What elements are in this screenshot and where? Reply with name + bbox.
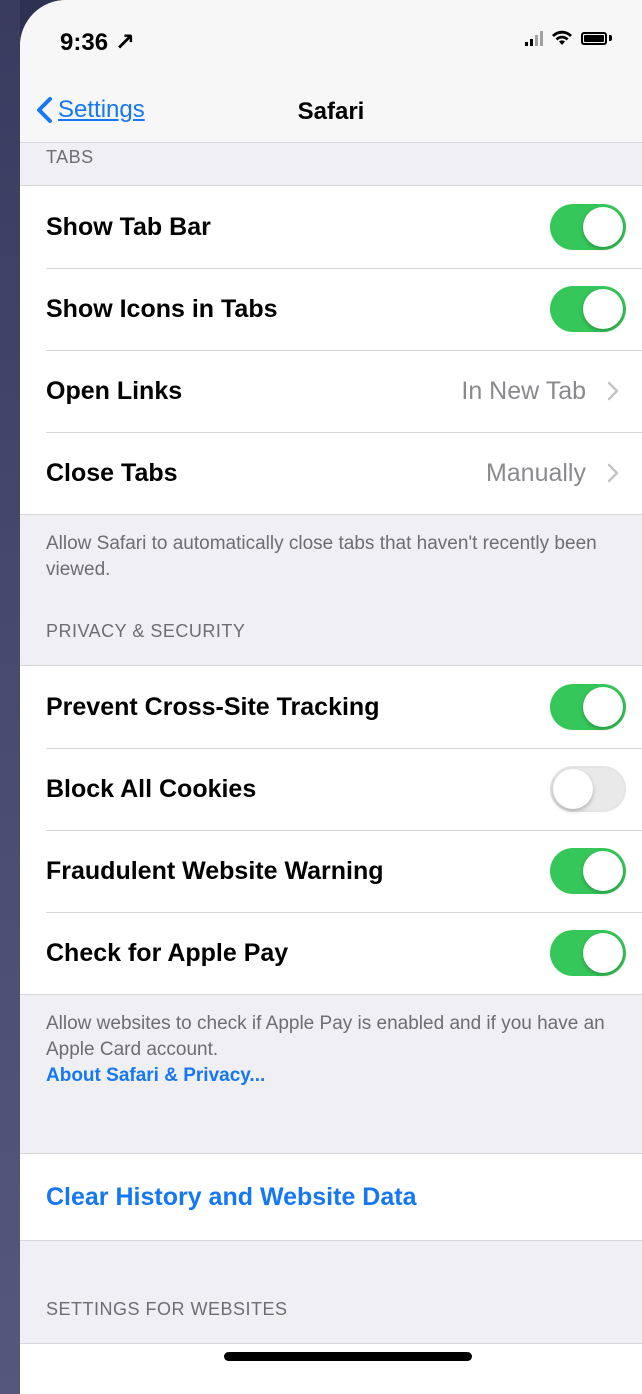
clear-history-label: Clear History and Website Data: [46, 1182, 417, 1211]
settings-list: TABS Show Tab Bar Show Icons in Tabs Ope…: [20, 143, 642, 1394]
home-indicator[interactable]: [224, 1352, 472, 1361]
privacy-group: Prevent Cross-Site Tracking Block All Co…: [20, 665, 642, 995]
row-label: Close Tabs: [46, 458, 178, 487]
show-icons-in-tabs-toggle[interactable]: [550, 286, 626, 332]
tabs-footer: Allow Safari to automatically close tabs…: [46, 533, 597, 580]
cellular-signal-icon: [525, 30, 543, 46]
toggle-knob: [583, 207, 623, 247]
tabs-group: Show Tab Bar Show Icons in Tabs Open Lin…: [20, 185, 642, 515]
row-show-tab-bar: Show Tab Bar: [20, 186, 642, 268]
navigation-bar: Settings Safari: [20, 80, 642, 143]
row-prevent-cross-site-tracking: Prevent Cross-Site Tracking: [20, 666, 642, 748]
section-header-privacy: PRIVACY & SECURITY: [46, 621, 246, 641]
fraudulent-website-warning-toggle[interactable]: [550, 848, 626, 894]
block-all-cookies-toggle[interactable]: [550, 766, 626, 812]
row-show-icons-in-tabs: Show Icons in Tabs: [20, 268, 642, 350]
row-check-for-apple-pay: Check for Apple Pay: [20, 912, 642, 994]
toggle-knob: [583, 933, 623, 973]
check-for-apple-pay-toggle[interactable]: [550, 930, 626, 976]
backdrop: [0, 0, 20, 1394]
battery-icon: [581, 31, 607, 45]
show-tab-bar-toggle[interactable]: [550, 204, 626, 250]
toggle-knob: [583, 289, 623, 329]
privacy-footer-text: Allow websites to check if Apple Pay is …: [46, 1013, 605, 1060]
row-fraudulent-website-warning: Fraudulent Website Warning: [20, 830, 642, 912]
row-label: Show Tab Bar: [46, 212, 211, 241]
row-label: Fraudulent Website Warning: [46, 856, 384, 885]
status-icons: [525, 30, 612, 46]
privacy-footer: Allow websites to check if Apple Pay is …: [20, 995, 642, 1123]
phone-screen: 9:36 ↗ Settings Safari TABS Show Tab Bar…: [20, 0, 642, 1394]
chevron-right-icon: [607, 463, 619, 483]
row-label: Check for Apple Pay: [46, 938, 289, 967]
prevent-cross-site-tracking-toggle[interactable]: [550, 684, 626, 730]
row-label: Prevent Cross-Site Tracking: [46, 692, 380, 721]
about-safari-privacy-link[interactable]: About Safari & Privacy...: [46, 1065, 265, 1086]
battery-tip: [609, 35, 612, 41]
section-header-websites: SETTINGS FOR WEBSITES: [46, 1299, 288, 1319]
row-label: Show Icons in Tabs: [46, 294, 278, 323]
close-tabs-value: Manually: [485, 458, 586, 487]
row-label: Open Links: [46, 376, 183, 405]
toggle-knob: [583, 687, 623, 727]
toggle-knob: [553, 769, 593, 809]
section-header-tabs: TABS: [46, 147, 94, 167]
status-bar: 9:36 ↗: [20, 0, 642, 80]
row-close-tabs[interactable]: Close Tabs Manually: [20, 432, 642, 514]
page-title: Safari: [297, 98, 365, 125]
websites-group: [20, 1343, 642, 1394]
chevron-right-icon: [607, 381, 619, 401]
open-links-value: In New Tab: [461, 376, 586, 405]
row-open-links[interactable]: Open Links In New Tab: [20, 350, 642, 432]
status-time: 9:36 ↗: [60, 29, 135, 56]
row-block-all-cookies: Block All Cookies: [20, 748, 642, 830]
clear-history-button[interactable]: Clear History and Website Data: [20, 1154, 642, 1240]
row-label: Block All Cookies: [46, 774, 257, 803]
history-group: Clear History and Website Data: [20, 1153, 642, 1241]
wifi-icon: [552, 30, 572, 45]
toggle-knob: [583, 851, 623, 891]
